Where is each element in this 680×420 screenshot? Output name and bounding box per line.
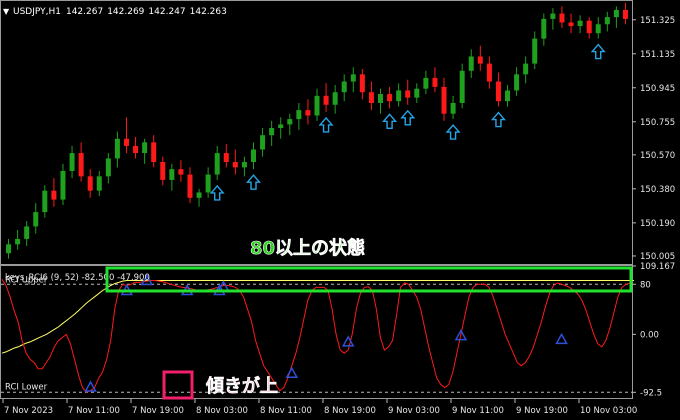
candle-body <box>622 9 628 19</box>
candle-body <box>15 238 21 245</box>
time-tick-label: 9 Nov 11:00 <box>452 406 504 416</box>
candle-body <box>241 162 247 168</box>
symbol-header: USDJPY,H1 142.267 142.269 142.247 142.263 <box>13 7 227 17</box>
candle-body <box>223 153 229 163</box>
candle-body <box>468 56 474 71</box>
candle-body <box>378 94 384 103</box>
rci-lower-label: RCI Lower <box>5 382 48 392</box>
rci-tick-label: -92.5 <box>640 388 662 398</box>
candle-body <box>405 90 411 98</box>
candle-body <box>595 24 601 34</box>
candle-body <box>6 244 12 254</box>
time-tick-label: 8 Nov 19:00 <box>324 406 376 416</box>
candle-body <box>332 92 338 105</box>
candle-body <box>559 13 565 23</box>
candle-body <box>178 169 184 175</box>
candle-body <box>96 176 102 191</box>
candle-body <box>441 86 447 114</box>
chart-window: ▼ USDJPY,H1 142.267 142.269 142.247 142.263 … <box>0 0 680 420</box>
chart-background <box>0 0 680 420</box>
candle-body <box>269 128 275 136</box>
candle-body <box>87 176 93 191</box>
candle-body <box>459 70 465 103</box>
candle-body <box>296 110 302 120</box>
candle-body <box>577 20 583 27</box>
candle-body <box>260 135 266 150</box>
time-tick-label: 7 Nov 19:00 <box>132 406 184 416</box>
candle-body <box>187 174 193 198</box>
candle-body <box>568 22 574 27</box>
candle-body <box>69 153 75 171</box>
candle-body <box>477 56 483 64</box>
candle-body <box>486 63 492 82</box>
time-tick-label: 10 Nov 03:00 <box>580 406 637 416</box>
candle-body <box>305 110 311 116</box>
candle-body <box>133 145 139 154</box>
candle-body <box>323 95 329 105</box>
candle-body <box>432 77 438 87</box>
symbol-dropdown-icon[interactable]: ▼ <box>3 7 10 16</box>
time-tick-label: 8 Nov 03:00 <box>196 406 248 416</box>
candle-body <box>60 170 66 200</box>
candle-body <box>414 88 420 98</box>
candle-body <box>42 190 48 213</box>
candle-body <box>450 102 456 114</box>
price-tick-label: 150.945 <box>640 84 675 94</box>
price-tick-label: 150.755 <box>640 118 675 128</box>
candle-body <box>613 9 619 18</box>
candle-body <box>423 77 429 89</box>
rci-tick-label: 0.00 <box>640 330 659 340</box>
candle-body <box>495 81 501 102</box>
price-tick-label: 150.570 <box>640 151 675 161</box>
candle-body <box>359 74 365 93</box>
candle-body <box>51 190 57 200</box>
candle-body <box>160 162 166 180</box>
time-tick-label: 7 Nov 2023 <box>4 406 53 416</box>
time-tick-label: 8 Nov 11:00 <box>260 406 312 416</box>
candle-body <box>532 38 538 64</box>
candle-body <box>105 158 111 177</box>
candle-body <box>205 174 211 193</box>
candle-body <box>24 226 30 239</box>
candle-body <box>550 13 556 19</box>
candle-body <box>541 18 547 39</box>
candle-body <box>396 90 402 102</box>
candle-body <box>169 169 175 180</box>
candle-body <box>341 81 347 93</box>
candle-body <box>33 212 39 227</box>
candle-body <box>123 138 129 146</box>
candle-body <box>78 153 84 177</box>
candle-body <box>287 119 293 125</box>
slope-annotation: 傾きが上 <box>205 375 278 397</box>
candle-body <box>523 63 529 75</box>
candle-body <box>196 192 202 198</box>
candle-body <box>232 162 238 168</box>
price-tick-label: 150.380 <box>640 185 675 195</box>
candle-body <box>350 74 356 82</box>
price-tick-label: 151.325 <box>640 16 675 26</box>
state-annotation: 80以上の状態 <box>250 237 365 259</box>
rci-tick-label: 80 <box>640 280 651 290</box>
candle-body <box>604 17 610 25</box>
time-tick-label: 9 Nov 19:00 <box>516 406 568 416</box>
price-tick-label: 150.005 <box>640 252 675 262</box>
price-tick-label: 151.135 <box>640 50 675 60</box>
candle-body <box>142 142 148 154</box>
indicator-label: keys_RCI6 (9, 52) -82.500 -47.900 <box>5 273 150 283</box>
candle-body <box>387 94 393 102</box>
candle-body <box>514 74 520 91</box>
candle-body <box>586 20 592 34</box>
candle-body <box>114 138 120 159</box>
time-tick-label: 9 Nov 03:00 <box>388 406 440 416</box>
candle-body <box>278 124 284 129</box>
candle-body <box>214 153 220 175</box>
candle-body <box>314 95 320 116</box>
time-tick-label: 7 Nov 11:00 <box>68 406 120 416</box>
rci-tick-label: 109.167 <box>640 262 675 272</box>
candle-body <box>368 92 374 103</box>
candle-body <box>250 149 256 163</box>
candle-body <box>151 142 157 163</box>
price-tick-label: 150.190 <box>640 219 675 229</box>
candle-body <box>505 90 511 102</box>
